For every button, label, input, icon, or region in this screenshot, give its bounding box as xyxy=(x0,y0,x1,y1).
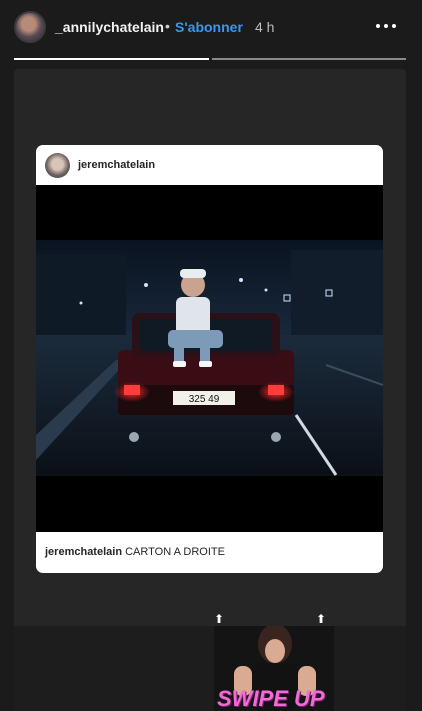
bottom-media[interactable] xyxy=(14,624,406,711)
arrow-up-icon: ⬆ xyxy=(316,612,327,626)
progress-segment-2 xyxy=(212,58,406,60)
post-avatar[interactable] xyxy=(45,153,70,178)
story-username[interactable]: _annilychatelain xyxy=(55,19,164,35)
separator-dot: • xyxy=(165,18,170,34)
more-options-icon[interactable] xyxy=(372,14,400,38)
post-image[interactable]: 325 49 xyxy=(36,185,383,532)
swipe-up-sticker-image xyxy=(214,624,334,711)
story-header: _annilychatelain • S'abonner 4 h xyxy=(0,0,422,56)
post-username[interactable]: jeremchatelain xyxy=(78,159,155,171)
profile-avatar[interactable] xyxy=(14,11,46,43)
post-caption: jeremchatelain CARTON A DROITE xyxy=(45,546,225,558)
night-car-photo: 325 49 xyxy=(36,185,383,532)
post-header: jeremchatelain xyxy=(36,145,383,185)
follow-button[interactable]: S'abonner xyxy=(175,19,243,35)
shared-post-card[interactable]: jeremchatelain 325 49 jeremchatelain CAR… xyxy=(36,145,383,573)
caption-text: CARTON A DROITE xyxy=(125,546,225,558)
license-plate: 325 49 xyxy=(189,394,220,405)
progress-segment-1 xyxy=(14,58,209,60)
arrow-up-icon: ⬆ xyxy=(214,612,225,626)
swipe-up-sticker[interactable]: SWIPE UP xyxy=(217,686,325,711)
caption-username[interactable]: jeremchatelain xyxy=(45,546,122,558)
post-time: 4 h xyxy=(255,19,275,35)
